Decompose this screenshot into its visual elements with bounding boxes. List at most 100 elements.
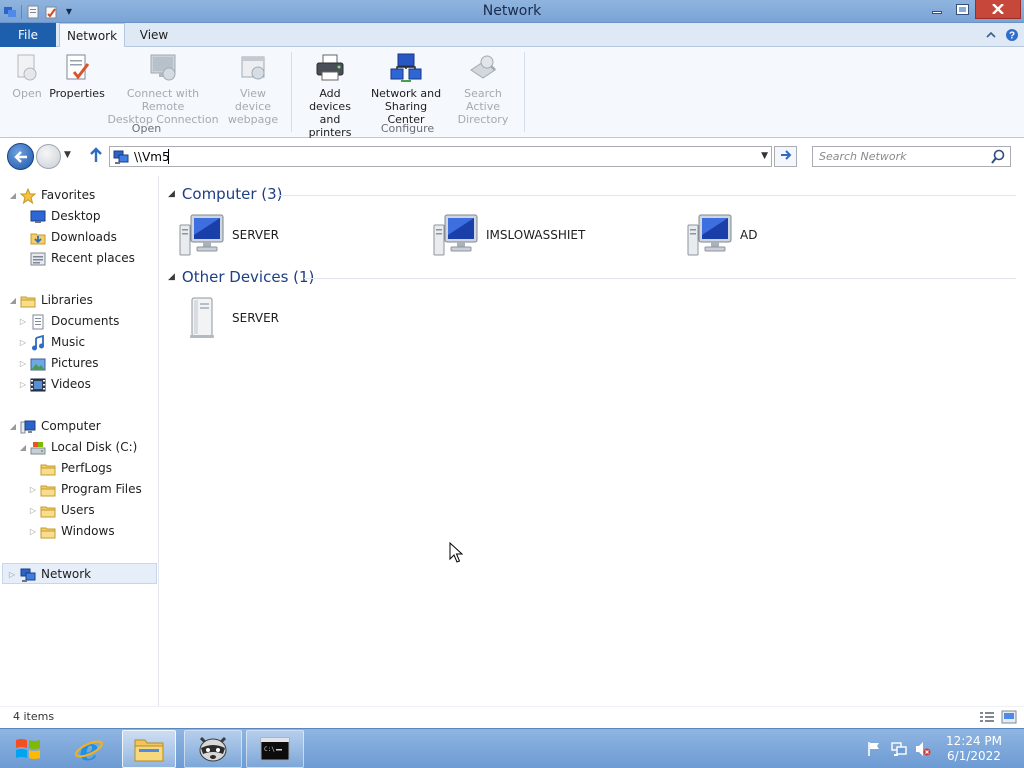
nav-recent-places[interactable]: Recent places xyxy=(8,248,156,269)
group-header-other-devices-label: Other Devices (1) xyxy=(181,268,315,286)
local-disk-icon xyxy=(30,442,46,455)
group-header-computer[interactable]: ◢ Computer (3) xyxy=(168,183,283,205)
nav-recent-places-label: Recent places xyxy=(51,251,135,265)
taskbar-command-prompt[interactable]: C:\ xyxy=(246,730,304,768)
action-center-flag-icon[interactable] xyxy=(866,741,882,757)
taskbar-raccoon-app[interactable] xyxy=(184,730,242,768)
details-view-icon[interactable] xyxy=(979,710,995,724)
nav-documents-label: Documents xyxy=(51,314,120,328)
nav-libraries-label: Libraries xyxy=(41,293,93,307)
open-button[interactable]: Open xyxy=(8,52,46,100)
start-button[interactable] xyxy=(0,730,56,768)
volume-muted-icon[interactable] xyxy=(915,741,931,757)
expand-arrow-icon[interactable]: ▷ xyxy=(28,500,38,521)
network-sharing-center-button[interactable]: Network and Sharing Center xyxy=(366,52,446,126)
network-item-label: AD xyxy=(740,228,758,242)
taskbar-clock[interactable]: 12:24 PM 6/1/2022 xyxy=(944,734,1004,764)
collapse-group-icon[interactable]: ◢ xyxy=(168,189,175,199)
up-arrow-icon xyxy=(90,147,102,162)
search-input[interactable] xyxy=(813,147,983,166)
nav-pictures[interactable]: ▷ Pictures xyxy=(8,353,156,374)
collapse-arrow-icon[interactable]: ◢ xyxy=(8,290,18,311)
network-item-ad[interactable]: AD xyxy=(686,211,757,259)
add-devices-label-1: Add devices xyxy=(309,87,351,113)
close-button[interactable] xyxy=(975,0,1021,19)
ribbon-group-separator xyxy=(291,52,292,132)
help-icon[interactable]: ? xyxy=(1004,27,1020,43)
maximize-button[interactable] xyxy=(950,0,974,19)
collapse-group-icon[interactable]: ◢ xyxy=(168,272,175,282)
device-item-server[interactable]: SERVER xyxy=(178,294,279,342)
expand-arrow-icon[interactable]: ▷ xyxy=(28,479,38,500)
tab-network[interactable]: Network xyxy=(59,23,125,48)
address-value[interactable]: \\Vm5 xyxy=(134,150,170,164)
search-box[interactable] xyxy=(812,146,1011,167)
taskbar-file-explorer[interactable] xyxy=(122,730,176,768)
tab-file[interactable]: File xyxy=(0,23,56,47)
properties-button[interactable]: Properties xyxy=(49,52,105,100)
nav-folder-label: PerfLogs xyxy=(61,461,113,475)
folder-icon xyxy=(40,503,56,519)
large-icons-view-icon[interactable] xyxy=(1001,710,1017,724)
go-arrow-icon xyxy=(780,150,791,160)
nav-computer[interactable]: ◢ Computer xyxy=(8,416,156,437)
group-header-other-devices[interactable]: ◢ Other Devices (1) xyxy=(168,266,314,288)
network-item-server[interactable]: SERVER xyxy=(178,211,279,259)
group-header-computer-label: Computer (3) xyxy=(181,185,283,203)
minimize-button[interactable] xyxy=(925,0,949,19)
nav-folder-label: Users xyxy=(61,503,95,517)
address-dropdown-icon[interactable]: ▼ xyxy=(761,151,768,161)
nav-favorites[interactable]: ◢ Favorites xyxy=(8,185,156,206)
expand-arrow-icon[interactable]: ▷ xyxy=(18,332,28,353)
device-item-label: SERVER xyxy=(232,311,280,325)
nav-downloads[interactable]: Downloads xyxy=(8,227,156,248)
search-icon[interactable] xyxy=(990,149,1006,165)
nav-music-label: Music xyxy=(51,335,86,349)
connect-remote-desktop-button[interactable]: Connect with Remote Desktop Connection xyxy=(106,52,220,126)
expand-arrow-icon[interactable]: ▷ xyxy=(18,353,28,374)
nav-local-disk-label: Local Disk (C:) xyxy=(51,440,138,454)
ribbon: Open Properties Connect with Remote Desk… xyxy=(0,47,1024,139)
nav-videos[interactable]: ▷ Videos xyxy=(8,374,156,395)
nav-libraries[interactable]: ◢ Libraries xyxy=(8,290,156,311)
expand-arrow-icon[interactable]: ▷ xyxy=(28,521,38,542)
forward-button[interactable] xyxy=(36,144,61,169)
minimize-icon xyxy=(932,11,942,14)
expand-arrow-icon[interactable]: ▷ xyxy=(18,311,28,332)
go-button[interactable] xyxy=(774,146,797,167)
expand-arrow-icon[interactable]: ▷ xyxy=(18,374,28,395)
nav-documents[interactable]: ▷ Documents xyxy=(8,311,156,332)
view-device-webpage-button[interactable]: View device webpage xyxy=(221,52,285,126)
collapse-arrow-icon[interactable]: ◢ xyxy=(8,416,18,437)
search-active-directory-button[interactable]: Search Active Directory xyxy=(448,52,518,126)
nav-folder-windows[interactable]: ▷ Windows xyxy=(8,521,156,542)
nav-network-label: Network xyxy=(41,567,92,581)
nav-folder-users[interactable]: ▷ Users xyxy=(8,500,156,521)
nav-folder-perflogs[interactable]: PerfLogs xyxy=(8,458,156,479)
up-button[interactable] xyxy=(87,147,105,165)
tab-view[interactable]: View xyxy=(128,23,180,47)
nav-music[interactable]: ▷ Music xyxy=(8,332,156,353)
taskbar-internet-explorer[interactable]: e xyxy=(60,730,118,768)
properties-label: Properties xyxy=(49,87,105,100)
content-pane: ◢ Computer (3) SERVER IMSLOWASSHIET AD ◢… xyxy=(160,176,1024,706)
group-configure-label: Configure xyxy=(380,122,435,135)
nav-network[interactable]: ▷ Network xyxy=(2,563,157,584)
collapse-arrow-icon[interactable]: ◢ xyxy=(8,185,18,206)
recent-locations-dropdown-icon[interactable]: ▼ xyxy=(64,150,74,162)
network-status-icon[interactable] xyxy=(891,741,907,757)
network-item-label: IMSLOWASSHIET xyxy=(486,228,586,242)
nav-folder-program-files[interactable]: ▷ Program Files xyxy=(8,479,156,500)
back-button[interactable] xyxy=(7,143,34,170)
network-item-imslowasshiet[interactable]: IMSLOWASSHIET xyxy=(432,211,585,259)
webpage-icon xyxy=(237,52,269,84)
nav-folder-label: Program Files xyxy=(61,482,142,496)
expand-arrow-icon[interactable]: ▷ xyxy=(7,564,17,585)
computer-icon xyxy=(432,211,480,259)
nav-desktop[interactable]: Desktop xyxy=(8,206,156,227)
nav-local-disk[interactable]: ◢ Local Disk (C:) xyxy=(8,437,156,458)
minimize-ribbon-icon[interactable] xyxy=(983,27,999,43)
address-bar[interactable]: \\Vm5 ▼ xyxy=(109,146,772,167)
collapse-arrow-icon[interactable]: ◢ xyxy=(18,437,28,458)
printer-icon xyxy=(314,52,346,84)
